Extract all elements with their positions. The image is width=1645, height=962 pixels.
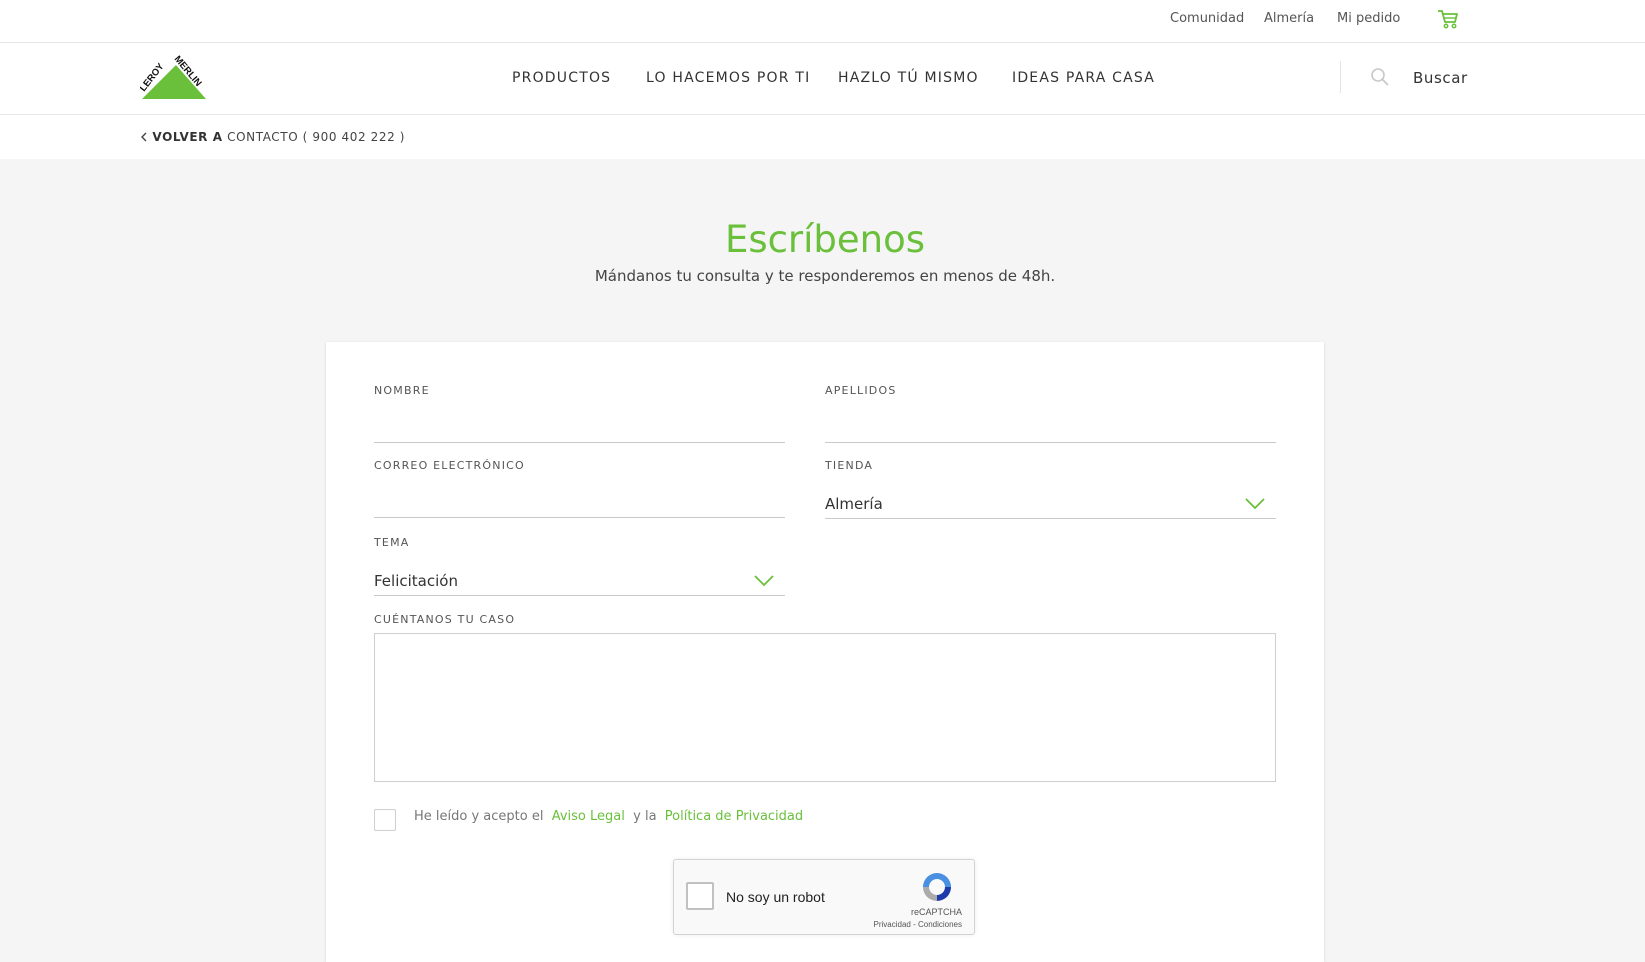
breadcrumb-back-link[interactable]: VOLVER A CONTACTO ( 900 402 222 ) xyxy=(140,130,405,144)
apellidos-underline xyxy=(825,442,1276,443)
recaptcha-logo-icon xyxy=(923,873,951,901)
page-title: Escríbenos xyxy=(724,218,926,261)
chevron-left-icon xyxy=(141,132,147,142)
aviso-legal-link[interactable]: Aviso Legal xyxy=(552,809,625,824)
tema-label: TEMA xyxy=(374,536,410,549)
tienda-underline xyxy=(825,518,1276,519)
email-label: CORREO ELECTRÓNICO xyxy=(374,459,525,472)
top-bar: Comunidad Almería Mi pedido xyxy=(0,0,1645,43)
topbar-link-store[interactable]: Almería xyxy=(1264,11,1314,26)
tema-underline xyxy=(374,595,785,596)
cart-icon[interactable] xyxy=(1437,8,1459,30)
leroy-merlin-logo[interactable]: LEROY MERLIN xyxy=(140,55,208,101)
legal-checkbox[interactable] xyxy=(374,809,396,831)
recaptcha-widget: No soy un robot reCAPTCHA Privacidad - C… xyxy=(673,859,975,935)
recaptcha-label: No soy un robot xyxy=(726,889,825,905)
privacy-policy-link[interactable]: Política de Privacidad xyxy=(665,809,803,824)
legal-prefix: He leído y acepto el xyxy=(414,809,544,824)
caso-label: CUÉNTANOS TU CASO xyxy=(374,613,516,626)
email-underline xyxy=(374,517,785,518)
chevron-down-icon[interactable] xyxy=(1245,498,1265,510)
nav-hazlo-tu-mismo[interactable]: HAZLO TÚ MISMO xyxy=(838,70,979,86)
nombre-label: NOMBRE xyxy=(374,384,430,397)
recaptcha-brand: reCAPTCHA xyxy=(910,907,962,917)
apellidos-input[interactable] xyxy=(825,413,1276,441)
email-input[interactable] xyxy=(374,488,785,516)
breadcrumb-back-label: VOLVER A xyxy=(152,130,223,144)
topbar-link-mi-pedido[interactable]: Mi pedido xyxy=(1337,11,1400,26)
header-divider xyxy=(1340,61,1341,93)
search-icon[interactable] xyxy=(1370,67,1390,87)
legal-consent-text: He leído y acepto el Aviso Legal y la Po… xyxy=(414,809,803,824)
tienda-label: TIENDA xyxy=(825,459,874,472)
nombre-underline xyxy=(374,442,785,443)
apellidos-label: APELLIDOS xyxy=(825,384,897,397)
chevron-down-icon[interactable] xyxy=(754,575,774,587)
breadcrumb-target: CONTACTO ( 900 402 222 ) xyxy=(227,130,406,144)
nav-productos[interactable]: PRODUCTOS xyxy=(512,70,611,86)
nombre-input[interactable] xyxy=(374,413,785,441)
nav-lo-hacemos-por-ti[interactable]: LO HACEMOS POR TI xyxy=(646,70,810,86)
tema-select[interactable]: Felicitación xyxy=(374,572,458,590)
caso-textarea[interactable] xyxy=(374,633,1276,782)
recaptcha-links[interactable]: Privacidad - Condiciones xyxy=(874,920,963,929)
main-header: LEROY MERLIN PRODUCTOS LO HACEMOS POR TI… xyxy=(0,43,1645,115)
search-button[interactable]: Buscar xyxy=(1413,69,1468,87)
breadcrumb-bar: VOLVER A CONTACTO ( 900 402 222 ) xyxy=(0,115,1645,159)
page-subtitle: Mándanos tu consulta y te responderemos … xyxy=(594,267,1056,285)
nav-ideas-para-casa[interactable]: IDEAS PARA CASA xyxy=(1012,70,1155,86)
recaptcha-checkbox[interactable] xyxy=(686,882,714,910)
topbar-link-comunidad[interactable]: Comunidad xyxy=(1170,11,1244,26)
legal-middle: y la xyxy=(633,809,657,824)
tienda-select[interactable]: Almería xyxy=(825,495,883,513)
